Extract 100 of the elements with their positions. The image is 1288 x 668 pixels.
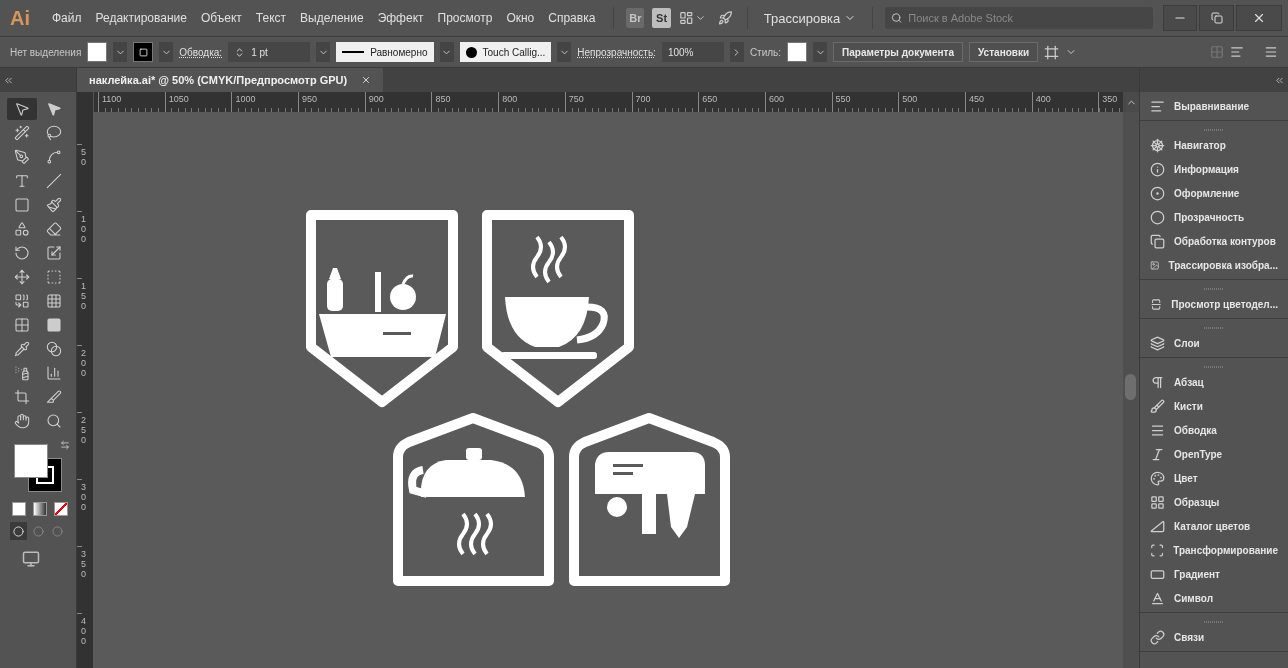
panel-item[interactable]: Прозрачность xyxy=(1140,205,1288,229)
color-mode-icon xyxy=(54,502,68,516)
circle-icon xyxy=(1150,209,1165,225)
dropdown-button[interactable] xyxy=(316,42,331,62)
swap-icon[interactable] xyxy=(60,440,70,450)
scale-icon xyxy=(46,245,62,261)
fill-swatch[interactable] xyxy=(87,42,108,62)
panel-item[interactable]: Кисти xyxy=(1140,394,1288,418)
blend-icon xyxy=(46,341,62,357)
curve-icon xyxy=(46,149,62,165)
dot-icon xyxy=(465,46,477,58)
panel-item[interactable]: OpenType xyxy=(1140,442,1288,466)
panel-item[interactable]: Трассировка изобра... xyxy=(1140,253,1288,277)
align-icon[interactable] xyxy=(1230,45,1244,59)
color-mode-button[interactable] xyxy=(52,500,70,518)
close-icon[interactable] xyxy=(361,75,372,85)
search-input[interactable]: Поиск в Adobe Stock xyxy=(906,11,1147,25)
menu-item[interactable]: Справка xyxy=(542,11,602,25)
color-mode-button[interactable] xyxy=(31,500,49,518)
panel-item[interactable]: Слои xyxy=(1140,331,1288,355)
screen-mode-icon[interactable] xyxy=(22,550,40,568)
toolbar-button[interactable]: Параметры документа xyxy=(833,42,964,62)
panel-item[interactable]: Образцы xyxy=(1140,490,1288,514)
workspace-switcher[interactable]: Трассировка xyxy=(759,10,861,26)
close-button[interactable] xyxy=(1236,5,1282,31)
panel-item[interactable]: Цвет xyxy=(1140,466,1288,490)
panel-item[interactable]: Выравнивание xyxy=(1140,94,1288,118)
color-mode-button[interactable] xyxy=(10,500,28,518)
dropdown-button[interactable] xyxy=(439,42,454,62)
panel-item[interactable]: Обработка контуров xyxy=(1140,229,1288,253)
stroke-weight-field[interactable]: 1 pt xyxy=(228,42,311,62)
panel-item[interactable]: Информация xyxy=(1140,157,1288,181)
spray-can-icon xyxy=(14,365,30,381)
tool-button[interactable] xyxy=(7,98,37,120)
rectangle-icon xyxy=(14,197,30,213)
dashed-square-icon xyxy=(46,269,62,285)
dropdown-button[interactable] xyxy=(557,42,572,62)
panel-item[interactable]: Связи xyxy=(1140,625,1288,649)
minimize-button[interactable] xyxy=(1162,5,1198,31)
panel-item[interactable]: Градиент xyxy=(1140,562,1288,586)
menu-item[interactable]: Файл xyxy=(46,11,88,25)
opacity-label[interactable]: Непрозрачность: xyxy=(577,46,656,58)
brush-field[interactable]: Touch Callig... xyxy=(459,42,552,62)
panel-item[interactable]: Навигатор xyxy=(1140,133,1288,157)
profile-field[interactable]: Равномерно xyxy=(336,42,434,62)
style-swatch[interactable] xyxy=(787,42,808,62)
menu-icon[interactable] xyxy=(1264,45,1278,59)
opacity-field[interactable]: 100% xyxy=(661,42,724,62)
layout-icon[interactable] xyxy=(678,10,694,26)
menu-item[interactable]: Просмотр xyxy=(431,11,499,25)
dropdown-button[interactable] xyxy=(729,42,744,62)
menu-item[interactable]: Редактирование xyxy=(89,11,193,25)
lasso-icon xyxy=(46,125,62,141)
search-icon xyxy=(891,12,903,24)
restore-icon xyxy=(1210,12,1223,24)
panel-item[interactable]: Просмотр цветодел... xyxy=(1140,292,1288,316)
menu-item[interactable]: Эффект xyxy=(371,11,430,25)
knife-icon xyxy=(46,389,62,405)
wheel-icon xyxy=(1150,137,1165,153)
menu-item[interactable]: Текст xyxy=(249,11,293,25)
color-mode-icon xyxy=(12,502,26,516)
stroke-label[interactable]: Обводка: xyxy=(179,46,223,58)
panel-item[interactable]: Каталог цветов xyxy=(1140,514,1288,538)
draw-mode-button[interactable] xyxy=(10,522,27,540)
panel-item[interactable]: Оформление xyxy=(1140,181,1288,205)
panel-item[interactable]: Трансформирование xyxy=(1140,538,1288,562)
restore-button[interactable] xyxy=(1199,5,1235,31)
line-icon xyxy=(46,173,62,189)
color-mode-icon xyxy=(33,502,47,516)
circle-icon xyxy=(12,525,24,537)
dropdown-button[interactable] xyxy=(113,42,128,62)
panel-item[interactable]: Обводка xyxy=(1140,418,1288,442)
palette-icon xyxy=(1150,470,1165,486)
grid-icon xyxy=(1150,494,1165,510)
eraser-icon xyxy=(46,221,62,237)
artboard-icon xyxy=(14,389,30,405)
menu-item[interactable]: Объект xyxy=(194,11,248,25)
transform-icon xyxy=(1150,542,1165,558)
menu-item[interactable]: Выделение xyxy=(294,11,370,25)
hand-icon xyxy=(14,413,30,429)
shape-builder-icon xyxy=(14,293,30,309)
app-button[interactable]: St xyxy=(652,8,671,28)
dropdown-button[interactable] xyxy=(813,42,828,62)
stroke-swatch[interactable] xyxy=(133,42,154,62)
scroll-thumb[interactable] xyxy=(1125,374,1136,400)
mesh-icon xyxy=(14,317,30,333)
selection-label: Нет выделения xyxy=(10,46,82,58)
scrollbar[interactable] xyxy=(1123,112,1139,668)
document-tab[interactable]: наклейка.ai* @ 50% (CMYK/Предпросмотр GPU) xyxy=(77,68,384,92)
search-field[interactable]: Поиск в Adobe Stock xyxy=(885,7,1153,29)
frame-icon[interactable] xyxy=(1044,44,1060,60)
toolbar-button[interactable]: Установки xyxy=(969,42,1039,62)
panel-item[interactable]: Абзац xyxy=(1140,370,1288,394)
menu-item[interactable]: Окно xyxy=(500,11,541,25)
panel-item[interactable]: Символ xyxy=(1140,586,1288,610)
pointer-icon xyxy=(46,101,62,117)
circle-icon xyxy=(52,525,64,537)
rocket-icon[interactable] xyxy=(718,10,733,26)
overlapping-squares-icon xyxy=(1150,233,1165,249)
dropdown-button[interactable] xyxy=(159,42,174,62)
